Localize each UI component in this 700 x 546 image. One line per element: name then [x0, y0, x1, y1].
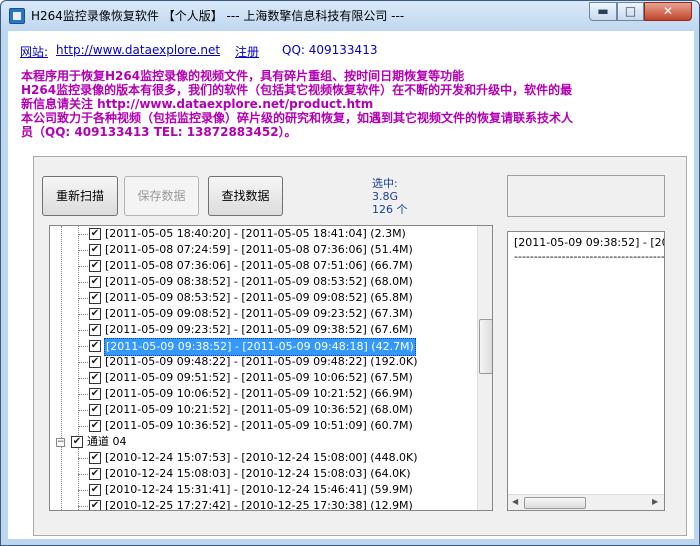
- tree-item-label: [2011-05-09 10:21:52] - [2011-05-09 10:3…: [105, 403, 413, 416]
- minimize-button[interactable]: ▬: [589, 2, 617, 21]
- tree-item-label: [2011-05-09 09:08:52] - [2011-05-09 09:2…: [105, 307, 413, 320]
- selection-label: 选中:: [372, 177, 398, 190]
- site-label[interactable]: 网站:: [20, 43, 48, 60]
- log-separator: ----------------------------------------…: [514, 250, 665, 263]
- checkbox[interactable]: ✔: [89, 244, 101, 256]
- checkbox[interactable]: ✔: [71, 436, 83, 448]
- find-data-button[interactable]: 查找数据: [208, 176, 283, 216]
- client-area: 网站: http://www.dataexplore.net 注册 QQ: 40…: [8, 31, 694, 539]
- file-tree[interactable]: ✔ [2011-05-05 18:40:20] - [2011-05-05 18…: [49, 225, 493, 511]
- info-line: H264监控录像的版本有很多，我们的软件（包括其它视频恢复软件）在不断的开发和升…: [21, 83, 573, 97]
- checkbox[interactable]: ✔: [89, 324, 101, 336]
- tree-item-label: [2011-05-05 18:40:20] - [2011-05-05 18:4…: [105, 227, 406, 240]
- checkbox[interactable]: ✔: [89, 452, 101, 464]
- preview-box: [507, 175, 665, 217]
- log-box[interactable]: [2011-05-09 09:38:52] - [2011-05-09 09:4…: [507, 231, 665, 511]
- maximize-button[interactable]: □: [617, 2, 644, 21]
- tree-guide-line: [61, 226, 62, 448]
- info-line: 本程序用于恢复H264监控录像的视频文件，具有碎片重组、按时间日期恢复等功能: [21, 69, 465, 83]
- info-line: 新信息请关注 http://www.dataexplore.net/produc…: [21, 97, 374, 111]
- tree-item-label: [2011-05-09 09:48:22] - [2011-05-09 09:4…: [105, 355, 418, 368]
- checkbox[interactable]: ✔: [89, 484, 101, 496]
- checkbox[interactable]: ✔: [89, 500, 101, 510]
- scrollbar-thumb[interactable]: [479, 319, 492, 374]
- tree-item-label: [2011-05-09 09:51:52] - [2011-05-09 10:0…: [105, 371, 413, 384]
- tree-item-label: [2011-05-09 10:36:52] - [2011-05-09 10:5…: [105, 419, 413, 432]
- site-url-link[interactable]: http://www.dataexplore.net: [56, 43, 220, 57]
- checkbox[interactable]: ✔: [89, 468, 101, 480]
- tree-item-label: [2011-05-09 09:23:52] - [2011-05-09 09:3…: [105, 323, 413, 336]
- info-line: 本公司致力于各种视频（包括监控录像）碎片级的研究和恢复，如遇到其它视频文件的恢复…: [21, 111, 574, 125]
- tree-item-label: [2010-12-25 17:27:42] - [2010-12-25 17:3…: [105, 499, 413, 511]
- scroll-left-icon[interactable]: ◀: [512, 497, 518, 506]
- checkbox[interactable]: ✔: [89, 276, 101, 288]
- tree-item-label: [2011-05-08 07:36:06] - [2011-05-08 07:5…: [105, 259, 413, 272]
- checkbox[interactable]: ✔: [89, 340, 101, 352]
- scrollbar-thumb[interactable]: [524, 497, 586, 509]
- tree-item-label: [2011-05-08 07:24:59] - [2011-05-08 07:3…: [105, 243, 413, 256]
- checkbox[interactable]: ✔: [89, 404, 101, 416]
- info-line: 员（QQ: 409133413 TEL: 13872883452）。: [21, 125, 297, 139]
- checkbox[interactable]: ✔: [89, 356, 101, 368]
- selection-summary: 选中: 3.8G 126 个: [372, 177, 408, 216]
- log-line: [2011-05-09 09:38:52] - [2011-05-09 09:4…: [514, 236, 664, 249]
- tree-item-label: [2011-05-09 08:38:52] - [2011-05-09 08:5…: [105, 275, 413, 288]
- title-bar[interactable]: H264监控录像恢复软件 【个人版】 --- 上海数擎信息科技有限公司 --- …: [1, 1, 699, 31]
- scroll-right-icon[interactable]: ▶: [652, 497, 658, 506]
- checkbox[interactable]: ✔: [89, 292, 101, 304]
- checkbox[interactable]: ✔: [89, 388, 101, 400]
- save-data-button[interactable]: 保存数据: [124, 176, 199, 216]
- recovery-panel: 重新扫描 保存数据 查找数据 选中: 3.8G 126 个 ✔ [2011-05…: [33, 156, 687, 536]
- collapse-icon[interactable]: −: [56, 438, 65, 447]
- selection-count: 126 个: [372, 203, 408, 216]
- tree-guide-line: [78, 226, 79, 437]
- selection-size: 3.8G: [372, 190, 399, 203]
- tree-item-label: [2010-12-24 15:31:41] - [2010-12-24 15:4…: [105, 483, 413, 496]
- app-icon: [9, 8, 25, 24]
- register-link[interactable]: 注册: [235, 43, 259, 60]
- info-text: 本程序用于恢复H264监控录像的视频文件，具有碎片重组、按时间日期恢复等功能 H…: [21, 69, 681, 139]
- log-horizontal-scrollbar[interactable]: ◀ ▶: [508, 494, 664, 510]
- tree-guide-line: [61, 440, 62, 510]
- tree-vertical-scrollbar[interactable]: [477, 226, 492, 510]
- checkbox[interactable]: ✔: [89, 372, 101, 384]
- checkbox[interactable]: ✔: [89, 228, 101, 240]
- close-button[interactable]: ✕: [644, 2, 692, 21]
- tree-item-label: [2011-05-09 10:06:52] - [2011-05-09 10:2…: [105, 387, 413, 400]
- window-title: H264监控录像恢复软件 【个人版】 --- 上海数擎信息科技有限公司 ---: [31, 9, 405, 23]
- app-window: H264监控录像恢复软件 【个人版】 --- 上海数擎信息科技有限公司 --- …: [0, 0, 700, 546]
- log-text: [2011-05-09 09:38:52] - [2011-05-09 09:4…: [514, 236, 665, 264]
- channel-label: 通道 04: [87, 435, 127, 448]
- rescan-button[interactable]: 重新扫描: [42, 176, 118, 216]
- qq-number: QQ: 409133413: [282, 43, 378, 57]
- checkbox[interactable]: ✔: [89, 420, 101, 432]
- tree-item-label: [2010-12-24 15:07:53] - [2010-12-24 15:0…: [105, 451, 418, 464]
- tree-item-label: [2010-12-24 15:08:03] - [2010-12-24 15:0…: [105, 467, 411, 480]
- checkbox[interactable]: ✔: [89, 308, 101, 320]
- checkbox[interactable]: ✔: [89, 260, 101, 272]
- tree-item-label: [2011-05-09 08:53:52] - [2011-05-09 09:0…: [105, 291, 413, 304]
